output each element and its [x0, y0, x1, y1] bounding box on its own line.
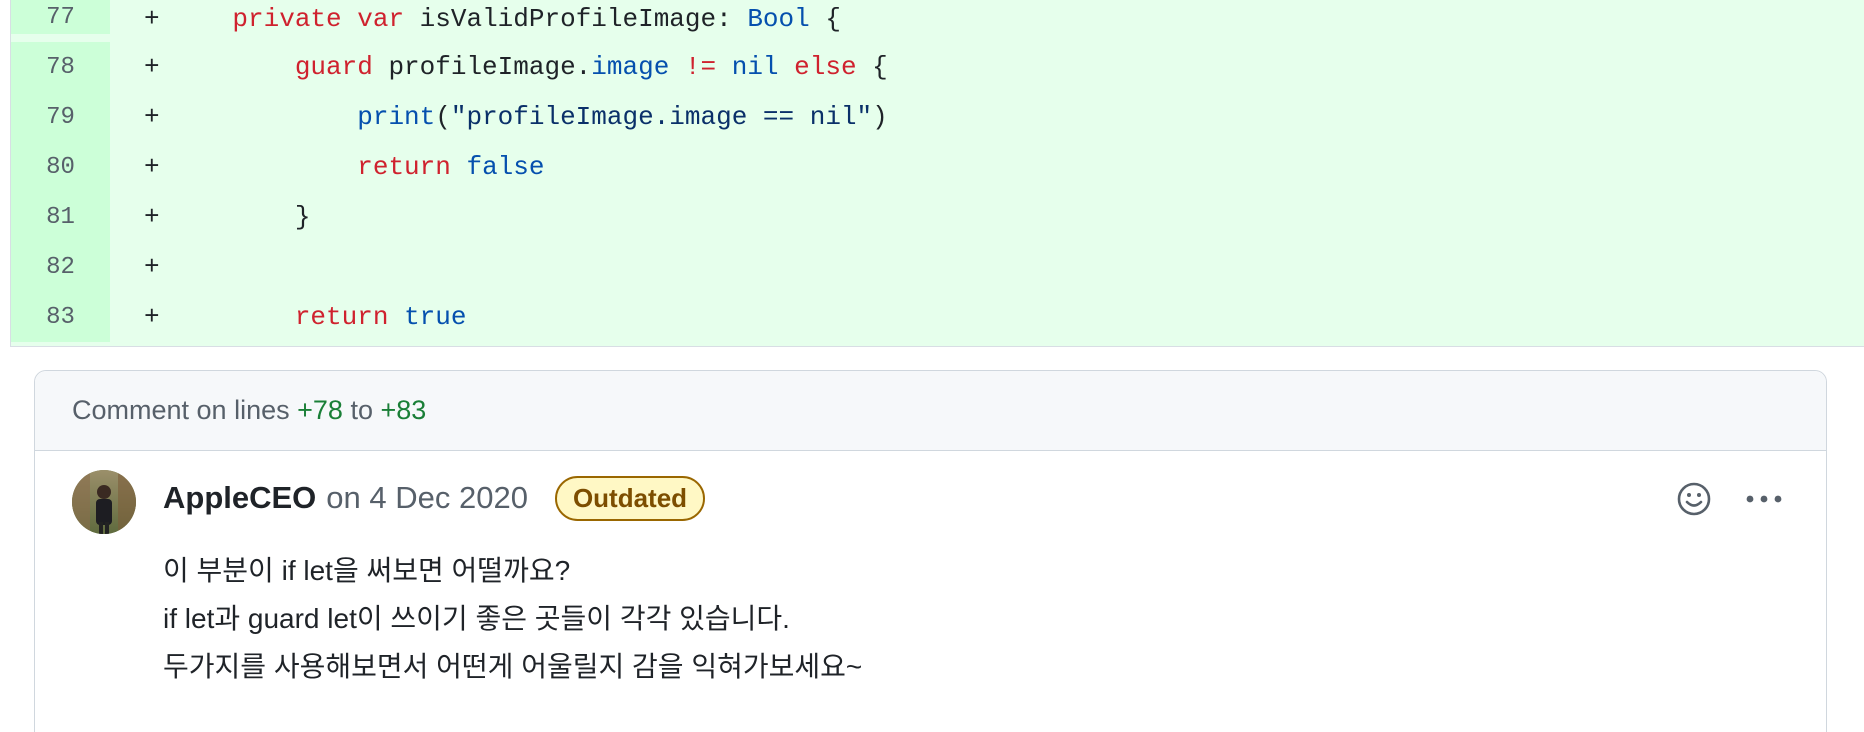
comment-meta: AppleCEO on 4 Dec 2020 Outdated: [163, 475, 706, 521]
comment-date[interactable]: on 4 Dec 2020: [326, 480, 528, 516]
line-number[interactable]: 78: [11, 42, 110, 92]
line-number[interactable]: 81: [11, 192, 110, 242]
code-line: }: [294, 202, 311, 232]
comment-lines-header: Comment on lines +78 to +83: [35, 371, 1826, 451]
diff-marker: +: [144, 202, 160, 232]
line-from[interactable]: +78: [297, 395, 343, 426]
author-name[interactable]: AppleCEO: [163, 480, 316, 516]
line-number[interactable]: 80: [11, 142, 110, 192]
diff-marker: +: [144, 52, 160, 82]
comment-actions: [1648, 475, 1788, 523]
diff-marker: +: [144, 102, 160, 132]
smiley-icon[interactable]: [1670, 475, 1718, 523]
line-number[interactable]: 83: [11, 292, 110, 342]
line-number[interactable]: 77: [11, 0, 110, 34]
avatar-image: [72, 470, 136, 534]
diff-line: 80 + return false: [11, 142, 1864, 192]
comment-body: 이 부분이 if let을 써보면 어떨까요? if let과 guard le…: [163, 547, 862, 691]
code-line: print("profileImage.image == nil"): [357, 102, 888, 132]
code-line: guard profileImage.image != nil else {: [294, 52, 888, 82]
comment-body-line: if let과 guard let이 쓰이기 좋은 곳들이 각각 있습니다.: [163, 603, 790, 634]
review-comment-card: Comment on lines +78 to +83 AppleCEO on …: [34, 370, 1827, 732]
line-number[interactable]: 82: [11, 242, 110, 292]
kebab-horizontal-icon[interactable]: [1740, 475, 1788, 523]
header-prefix: Comment on lines: [72, 395, 290, 425]
diff-marker: +: [144, 4, 160, 34]
code-line: return true: [294, 302, 467, 332]
code-line: private var isValidProfileImage: Bool {: [232, 4, 841, 34]
comment-body-line: 이 부분이 if let을 써보면 어떨까요?: [163, 555, 571, 586]
diff-marker: +: [144, 302, 160, 332]
outdated-badge[interactable]: Outdated: [554, 475, 706, 521]
diff-marker: +: [144, 152, 160, 182]
line-number[interactable]: 79: [11, 92, 110, 142]
code-line: return false: [357, 152, 545, 182]
diff-line: 83 + return true: [11, 292, 1864, 342]
diff-added-block: 77 + private var isValidProfileImage: Bo…: [10, 0, 1864, 347]
diff-line: 81 + }: [11, 192, 1864, 242]
diff-marker: +: [144, 252, 160, 282]
comment-body-line: 두가지를 사용해보면서 어떤게 어울릴지 감을 익혀가보세요~: [163, 651, 863, 682]
diff-line: 78 + guard profileImage.image != nil els…: [11, 42, 1864, 92]
to-word: to: [350, 395, 373, 425]
diff-line: 79 + print("profileImage.image == nil"): [11, 92, 1864, 142]
avatar[interactable]: [72, 470, 136, 534]
diff-line: 77 + private var isValidProfileImage: Bo…: [11, 0, 1864, 42]
diff-line: 82 +: [11, 242, 1864, 292]
line-to[interactable]: +83: [381, 395, 427, 426]
